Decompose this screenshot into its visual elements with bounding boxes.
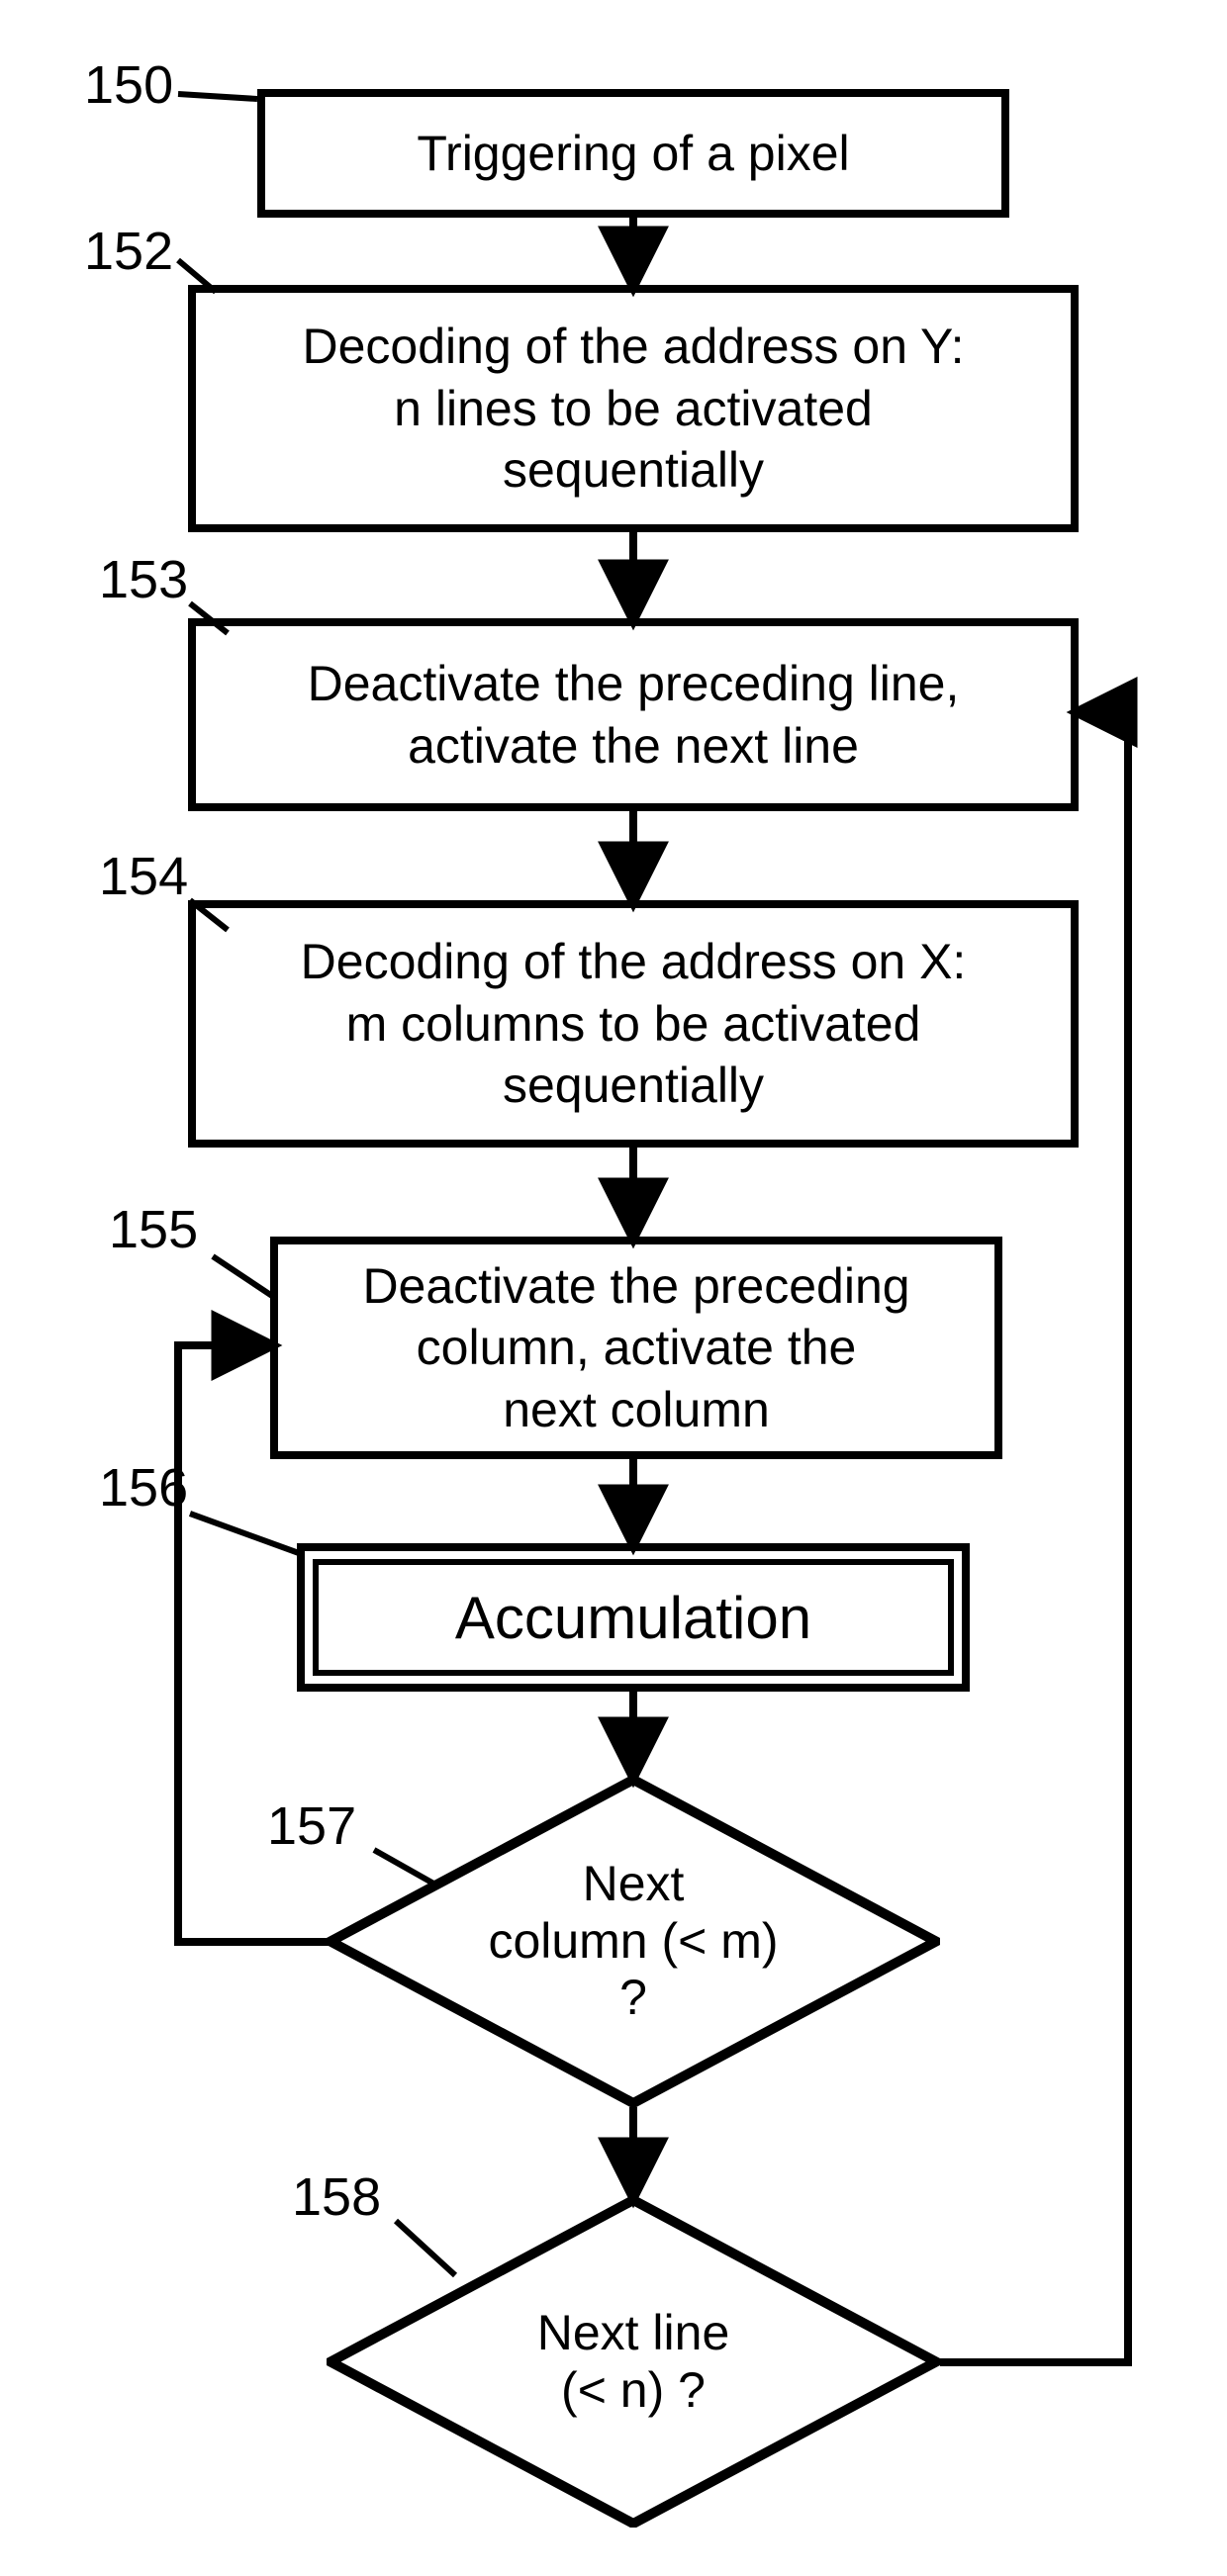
step-152-decode-y: Decoding of the address on Y: n lines to… [188, 285, 1079, 532]
step-153-next-line: Deactivate the preceding line, activate … [188, 618, 1079, 811]
step-155-next-col: Deactivate the preceding column, activat… [270, 1237, 1002, 1459]
callout-156: 156 [99, 1457, 188, 1518]
decision-158-next-line: Next line (< n) ? [327, 2196, 940, 2528]
step-153-text: Deactivate the preceding line, activate … [308, 653, 960, 777]
step-154-decode-x: Decoding of the address on X: m columns … [188, 900, 1079, 1148]
decision-157-next-column: Next column (< m) ? [327, 1776, 940, 2107]
step-154-text: Decoding of the address on X: m columns … [301, 931, 967, 1117]
callout-150: 150 [84, 54, 173, 116]
decision-158-text: Next line (< n) ? [537, 2305, 730, 2419]
step-152-text: Decoding of the address on Y: n lines to… [303, 316, 965, 502]
decision-157-text: Next column (< m) ? [488, 1856, 778, 2027]
step-150-text: Triggering of a pixel [417, 123, 849, 185]
step-150-trigger: Triggering of a pixel [257, 89, 1009, 218]
step-156-accumulation: Accumulation [297, 1543, 970, 1692]
callout-153: 153 [99, 549, 188, 610]
step-155-text: Deactivate the preceding column, activat… [362, 1255, 909, 1441]
flowchart: 150 152 153 154 155 156 157 158 Triggeri… [0, 0, 1227, 2576]
callout-152: 152 [84, 221, 173, 282]
callout-155: 155 [109, 1199, 198, 1260]
step-156-text: Accumulation [455, 1584, 811, 1652]
callout-154: 154 [99, 846, 188, 907]
